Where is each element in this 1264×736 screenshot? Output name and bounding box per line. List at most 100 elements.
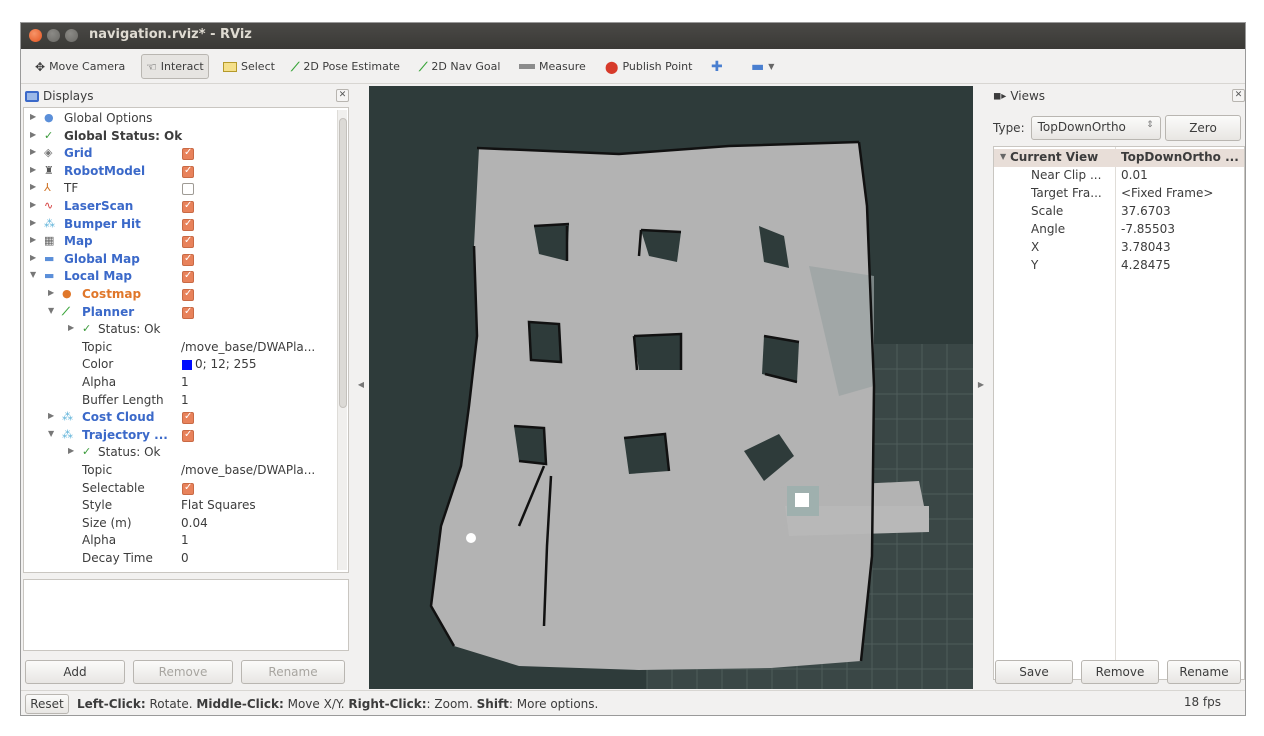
enabled-checkbox[interactable] [182,253,194,266]
add-tool-button[interactable]: ✚ [707,54,727,79]
view-prop-value[interactable]: 4.28475 [1121,258,1171,272]
tree-row-property[interactable]: Decay Time 0 [24,550,348,568]
enabled-checkbox[interactable] [182,200,194,213]
close-icon[interactable]: ✕ [1232,89,1245,102]
rename-display-button[interactable]: Rename [241,660,345,684]
pose-estimate-tool[interactable]: ⟋ 2D Pose Estimate [287,54,404,79]
remove-display-button[interactable]: Remove [133,660,233,684]
enabled-checkbox[interactable] [182,165,194,178]
view-prop-row[interactable]: X 3.78043 [994,239,1244,257]
move-camera-tool[interactable]: ✥ Move Camera [31,54,129,79]
current-view-row[interactable]: ▼ Current View TopDownOrtho ... [994,149,1244,167]
save-view-button[interactable]: Save [995,660,1073,684]
view-prop-value[interactable]: 37.6703 [1121,204,1171,218]
reset-button[interactable]: Reset [25,694,69,714]
view-prop-row[interactable]: Y 4.28475 [994,257,1244,275]
property-value[interactable]: /move_base/DWAPla... [181,340,315,354]
property-value[interactable]: 1 [181,375,189,389]
chevron-down-icon[interactable]: ▼ [48,306,54,315]
remove-view-button[interactable]: Remove [1081,660,1159,684]
chevron-right-icon[interactable]: ▶ [48,411,54,420]
chevron-right-icon[interactable]: ▶ [30,235,36,244]
tree-row-local-map[interactable]: ▼ ▬ Local Map [24,268,348,286]
zero-button[interactable]: Zero [1165,115,1241,141]
rename-view-button[interactable]: Rename [1167,660,1241,684]
enabled-checkbox[interactable] [182,183,194,196]
add-display-button[interactable]: Add [25,660,125,684]
tree-row-property[interactable]: Size (m) 0.04 [24,515,348,533]
chevron-down-icon[interactable]: ▼ [30,270,36,279]
tree-row-map[interactable]: ▶ ▦ Map [24,233,348,251]
tree-row-status[interactable]: ▶ ✓ Status: Ok [24,444,348,462]
left-splitter[interactable]: ◀ [354,86,368,689]
tree-row-property[interactable]: Color 0; 12; 255 [24,356,348,374]
tree-row-property[interactable]: Selectable [24,480,348,498]
tree-row-property[interactable]: Topic /move_base/DWAPla... [24,339,348,357]
view-prop-row[interactable]: Angle -7.85503 [994,221,1244,239]
view-prop-value[interactable]: 3.78043 [1121,240,1171,254]
tree-row-status[interactable]: ▶ ✓ Status: Ok [24,321,348,339]
property-value[interactable]: 1 [181,533,189,547]
selectable-checkbox[interactable] [182,482,194,495]
chevron-down-icon[interactable]: ▼ [48,429,54,438]
collapse-left-icon[interactable]: ◀ [354,380,368,389]
measure-tool[interactable]: Measure [515,54,590,79]
chevron-right-icon[interactable]: ▶ [30,165,36,174]
tree-row-property[interactable]: Alpha 1 [24,532,348,550]
chevron-right-icon[interactable]: ▶ [30,147,36,156]
chevron-right-icon[interactable]: ▶ [30,253,36,262]
view-prop-value[interactable]: <Fixed Frame> [1121,186,1213,200]
property-value[interactable]: 1 [181,393,189,407]
chevron-right-icon[interactable]: ▶ [48,288,54,297]
tree-row-trajectory[interactable]: ▼ ⁂ Trajectory ... [24,427,348,445]
remove-tool-button[interactable]: ▬ ▼ [747,54,778,79]
view-prop-value[interactable]: -7.85503 [1121,222,1175,236]
chevron-down-icon[interactable]: ▼ [1000,152,1006,161]
nav-goal-tool[interactable]: ⟋ 2D Nav Goal [415,54,504,79]
enabled-checkbox[interactable] [182,147,194,161]
scrollbar-thumb[interactable] [339,118,347,408]
enabled-checkbox[interactable] [182,218,194,231]
view-prop-row[interactable]: Target Fra... <Fixed Frame> [994,185,1244,203]
tree-row-global-map[interactable]: ▶ ▬ Global Map [24,251,348,269]
chevron-right-icon[interactable]: ▶ [30,130,36,139]
view-prop-row[interactable]: Near Clip ... 0.01 [994,167,1244,185]
tree-row-bumper-hit[interactable]: ▶ ⁂ Bumper Hit [24,216,348,234]
chevron-right-icon[interactable]: ▶ [30,182,36,191]
property-value[interactable]: Flat Squares [181,498,256,512]
tree-row-property[interactable]: Topic /move_base/DWAPla... [24,462,348,480]
view-type-select[interactable]: TopDownOrtho ⇕ [1030,116,1161,140]
tree-row-property[interactable]: Style Flat Squares [24,497,348,515]
property-value[interactable]: 0; 12; 255 [181,357,257,371]
property-value[interactable]: /move_base/DWAPla... [181,463,315,477]
view-prop-row[interactable]: Scale 37.6703 [994,203,1244,221]
tree-row-laserscan[interactable]: ▶ ∿ LaserScan [24,198,348,216]
tree-scrollbar[interactable] [337,110,347,570]
tree-row-costmap[interactable]: ▶ ● Costmap [24,286,348,304]
tree-row-grid[interactable]: ▶ ◈ Grid [24,145,348,163]
tree-row-global-status[interactable]: ▶ ✓ Global Status: Ok [24,128,348,146]
tree-row-cost-cloud[interactable]: ▶ ⁂ Cost Cloud [24,409,348,427]
enabled-checkbox[interactable] [182,270,194,284]
property-value[interactable]: 0 [181,551,189,565]
close-icon[interactable]: ✕ [336,89,349,102]
chevron-right-icon[interactable]: ▶ [30,112,36,121]
chevron-right-icon[interactable]: ▶ [68,323,74,332]
enabled-checkbox[interactable] [182,306,194,319]
minimize-window-button[interactable] [47,29,60,42]
tree-row-planner[interactable]: ▼ ⟋ Planner [24,304,348,322]
view-prop-value[interactable]: 0.01 [1121,168,1148,182]
chevron-right-icon[interactable]: ▶ [30,218,36,227]
tree-row-property[interactable]: Buffer Length 1 [24,392,348,410]
right-splitter[interactable]: ▶ [974,86,988,689]
collapse-right-icon[interactable]: ▶ [974,380,988,389]
render-viewport[interactable] [369,86,973,689]
maximize-window-button[interactable] [65,29,78,42]
enabled-checkbox[interactable] [182,288,194,301]
chevron-right-icon[interactable]: ▶ [30,200,36,209]
interact-tool[interactable]: ☜ Interact [141,54,209,79]
tree-row-global-options[interactable]: ▶ ● Global Options [24,110,348,128]
color-swatch[interactable] [182,360,192,371]
enabled-checkbox[interactable] [182,429,194,442]
tree-row-robotmodel[interactable]: ▶ ♜ RobotModel [24,163,348,181]
